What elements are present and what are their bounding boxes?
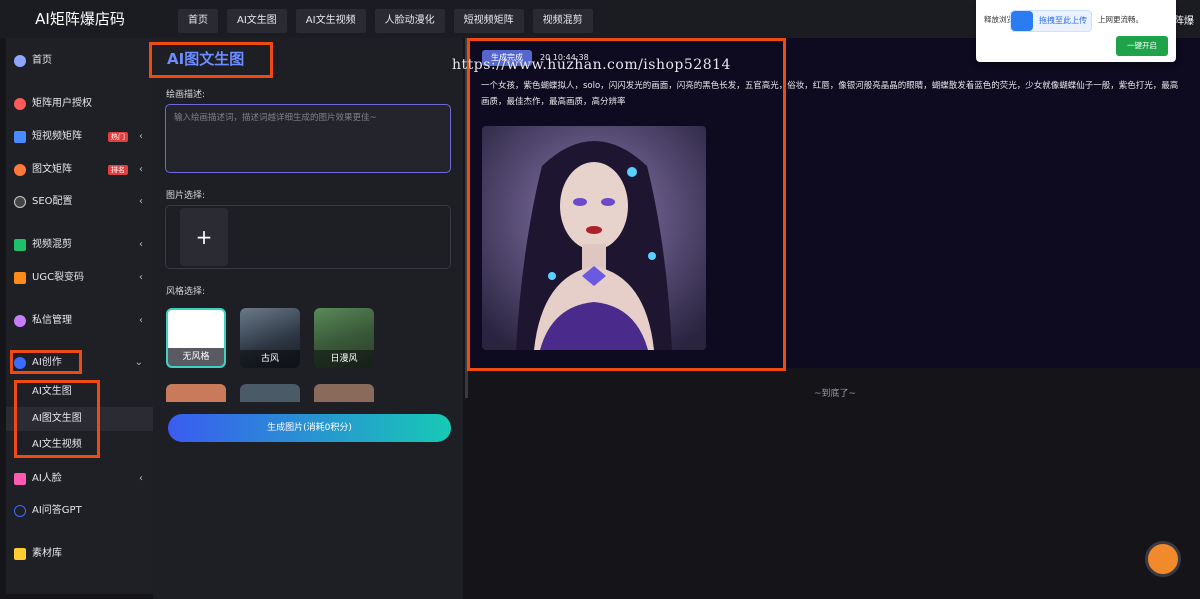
chevron-left-icon: ‹: [139, 131, 143, 142]
tab-ai-text-to-video[interactable]: AI文生视频: [295, 9, 366, 33]
folder-icon: [14, 548, 26, 560]
chevron-left-icon: ‹: [139, 272, 143, 283]
hot-badge: 热门: [108, 132, 128, 142]
chevron-down-icon: ⌄: [134, 357, 143, 368]
tab-home[interactable]: 首页: [178, 9, 218, 33]
sidebar-item-ai-face[interactable]: AI人脸 ‹: [6, 466, 153, 492]
prompt-input[interactable]: 输入绘画描述词，描述词越详细生成的图片效果更佳~: [165, 104, 451, 173]
plus-icon[interactable]: +: [180, 208, 228, 266]
cloud-icon: [1011, 11, 1033, 31]
message-icon: [14, 315, 26, 327]
face-icon: [14, 473, 26, 485]
chevron-left-icon: ‹: [139, 239, 143, 250]
seo-icon: [14, 196, 26, 208]
chevron-left-icon: ‹: [139, 164, 143, 175]
sidebar-item-user-auth[interactable]: 矩阵用户授权: [6, 91, 153, 117]
sidebar-item-messages[interactable]: 私信管理 ‹: [6, 308, 153, 334]
end-of-list: ~到底了~: [813, 389, 857, 399]
sidebar-item-gpt[interactable]: AI问答GPT: [6, 498, 153, 524]
style-ancient[interactable]: 古风: [240, 308, 300, 368]
chevron-left-icon: ‹: [139, 196, 143, 207]
desc-label: 绘画描述:: [166, 90, 206, 100]
app-logo: AI矩阵爆店码: [8, 0, 152, 38]
sidebar-item-home[interactable]: 首页: [6, 48, 153, 74]
headset-icon[interactable]: [1145, 541, 1181, 577]
image-upload-box[interactable]: +: [165, 205, 451, 269]
highlight-submenu: [14, 380, 100, 458]
sidebar-item-materials[interactable]: 素材库: [6, 541, 153, 567]
user-icon: [14, 98, 26, 110]
highlight-ai-create: [10, 350, 82, 374]
generate-button[interactable]: 生成图片(消耗0积分): [168, 414, 451, 442]
chevron-left-icon: ‹: [139, 473, 143, 484]
ugc-icon: [14, 272, 26, 284]
style-label: 风格选择:: [166, 287, 206, 297]
chevron-left-icon: ‹: [139, 315, 143, 326]
tab-face-anime[interactable]: 人脸动漫化: [374, 9, 445, 33]
style-thumb-6[interactable]: [314, 384, 374, 402]
image-select-label: 图片选择:: [166, 191, 206, 201]
tab-ai-text-to-image[interactable]: AI文生图: [227, 9, 287, 33]
tab-video-mix[interactable]: 视频混剪: [532, 9, 593, 33]
generate-form: AI图文生图 绘画描述: 输入绘画描述词，描述词越详细生成的图片效果更佳~ 图片…: [153, 38, 463, 599]
image-icon: [14, 164, 26, 176]
enable-button[interactable]: 一键开启: [1116, 36, 1168, 56]
upload-popup: 释放浏览 拖拽至此上传 上网更流畅。 一键开启: [976, 0, 1176, 62]
gpt-icon: [14, 505, 26, 517]
style-thumb-4[interactable]: [166, 384, 226, 402]
pie-icon: [14, 55, 26, 67]
highlight-title: [149, 42, 273, 78]
sidebar-item-ugc[interactable]: UGC裂变码 ‹: [6, 265, 153, 291]
style-thumb-5[interactable]: [240, 384, 300, 402]
style-none[interactable]: 无风格: [166, 308, 226, 368]
highlight-result: [467, 38, 786, 371]
rank-badge: 排名: [108, 165, 128, 175]
sidebar-item-image-text[interactable]: 图文矩阵 排名 ‹: [6, 157, 153, 183]
video-icon: [14, 131, 26, 143]
sidebar-item-video-mix[interactable]: 视频混剪 ‹: [6, 232, 153, 258]
sidebar-item-seo[interactable]: SEO配置 ‹: [6, 189, 153, 215]
style-anime[interactable]: 日漫风: [314, 308, 374, 368]
sidebar: 首页 矩阵用户授权 短视频矩阵 热门 ‹ 图文矩阵 排名 ‹ SEO配置 ‹ 视频混剪 ‹ …: [6, 38, 153, 594]
sidebar-item-short-video[interactable]: 短视频矩阵 热门 ‹: [6, 124, 153, 150]
film-icon: [14, 239, 26, 251]
watermark-text: https://www.huzhan.com/ishop52814: [452, 57, 731, 73]
top-nav: 首页 AI文生图 AI文生视频 人脸动漫化 短视频矩阵 视频混剪: [178, 9, 593, 33]
popup-text-right: 上网更流畅。: [1098, 15, 1143, 24]
tab-short-video-matrix[interactable]: 短视频矩阵: [453, 9, 524, 33]
